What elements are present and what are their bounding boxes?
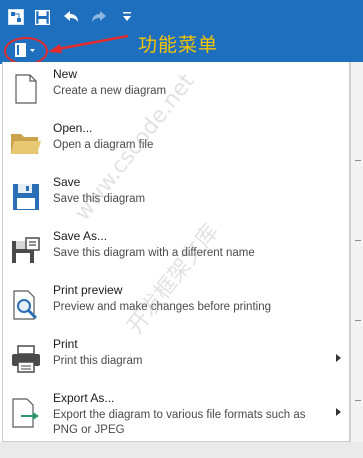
menu-item-new[interactable]: New Create a new diagram <box>3 62 349 116</box>
ruler-tick <box>355 320 361 321</box>
menu-item-title: Export As... <box>53 391 115 405</box>
ruler-tick <box>355 400 361 401</box>
menu-item-title: New <box>53 67 78 81</box>
menu-item-export-as[interactable]: Export As... Export the diagram to vario… <box>3 386 349 440</box>
menu-item-save-as[interactable]: Save As... Save this diagram with a diff… <box>3 224 349 278</box>
submenu-arrow-icon <box>336 408 341 416</box>
diagram-canvas-edge <box>350 62 363 458</box>
menu-item-title: Print <box>53 337 78 351</box>
ruler-tick <box>355 240 361 241</box>
menu-item-print[interactable]: Print Print this diagram <box>3 332 349 386</box>
menu-item-open[interactable]: Open... Open a diagram file <box>3 116 349 170</box>
menu-item-description: Preview and make changes before printing <box>53 301 271 313</box>
menu-item-description: Save this diagram <box>53 193 146 205</box>
menu-item-description: Create a new diagram <box>53 85 167 97</box>
status-bar <box>0 442 363 458</box>
menu-item-title: Open... <box>53 121 93 135</box>
quick-access-toolbar <box>0 0 363 34</box>
save-as-icon <box>9 234 43 268</box>
annotation-arrow <box>48 34 129 53</box>
menu-item-description: Save this diagram with a different name <box>53 247 255 259</box>
application-menu: New Create a new diagram Open... Open a … <box>2 62 350 442</box>
menu-item-description: Export the diagram to various file forma… <box>53 409 306 436</box>
app-icon <box>6 7 26 27</box>
customize-dropdown-icon[interactable] <box>120 7 134 27</box>
redo-icon[interactable] <box>88 7 110 27</box>
menu-item-print-preview[interactable]: Print preview Preview and make changes b… <box>3 278 349 332</box>
menu-item-description: Open a diagram file <box>53 139 154 151</box>
folder-open-icon <box>9 126 43 160</box>
printer-icon <box>9 342 43 376</box>
annotation-label: 功能菜单 <box>138 34 219 56</box>
save-icon[interactable] <box>32 7 52 27</box>
menu-item-description: Print this diagram <box>53 355 143 367</box>
menu-item-title: Print preview <box>53 283 123 297</box>
print-preview-icon <box>9 288 43 322</box>
undo-icon[interactable] <box>60 7 82 27</box>
submenu-arrow-icon <box>336 354 341 362</box>
ruler-tick <box>355 160 361 161</box>
menu-item-title: Save As... <box>53 229 108 243</box>
menu-item-save[interactable]: Save Save this diagram <box>3 170 349 224</box>
highlight-circle <box>4 37 48 65</box>
save-icon <box>9 180 43 214</box>
menu-item-title: Save <box>53 175 81 189</box>
new-document-icon <box>9 72 43 106</box>
export-icon <box>9 396 43 430</box>
